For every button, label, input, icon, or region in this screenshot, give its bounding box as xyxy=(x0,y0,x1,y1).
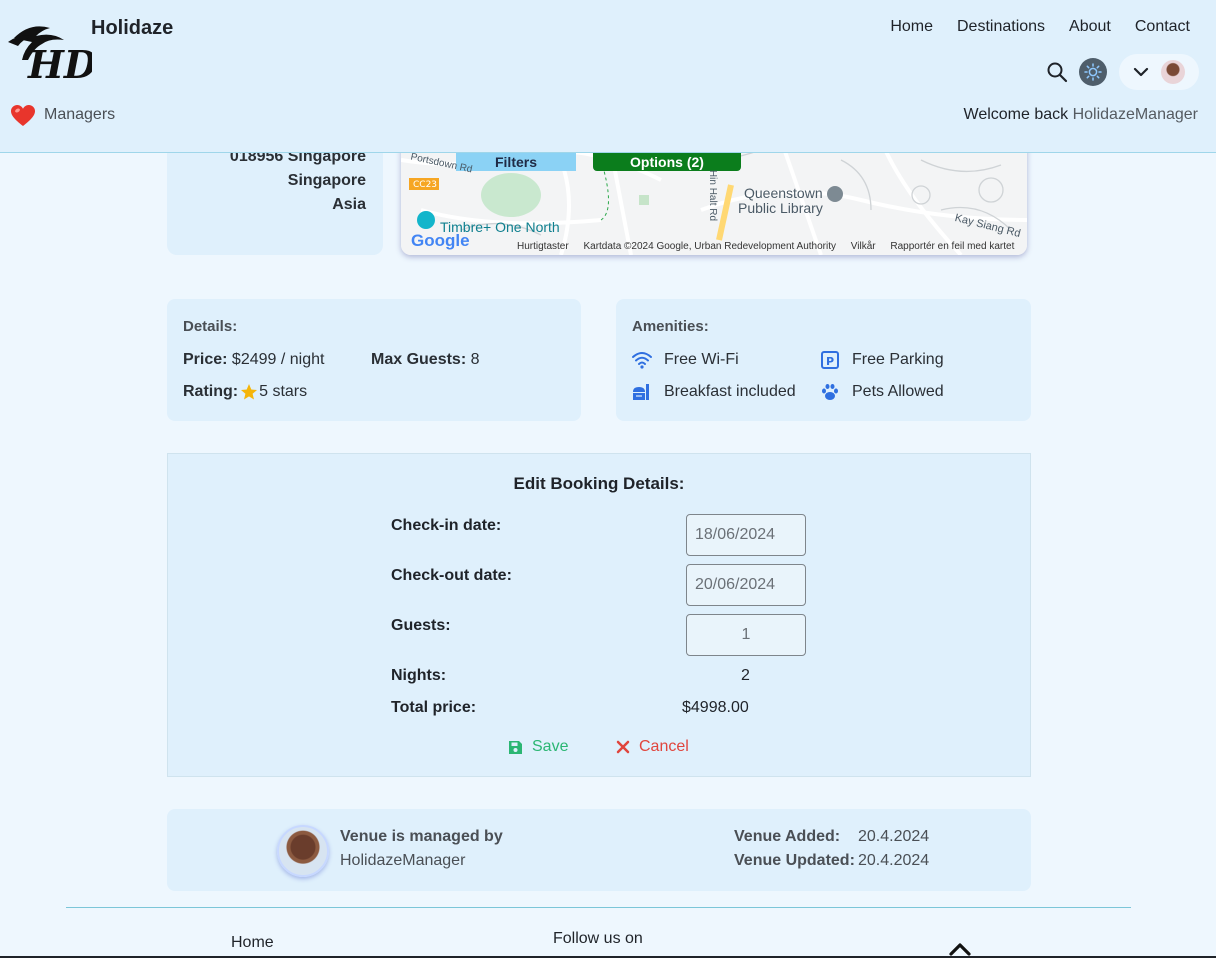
site-header: HD Holidaze Home Destinations About Cont… xyxy=(0,0,1216,153)
amenity-parking: P Free Parking xyxy=(820,350,944,370)
chevron-up-icon[interactable] xyxy=(948,940,972,956)
nights-value: 2 xyxy=(741,667,750,684)
amenity-pets: Pets Allowed xyxy=(820,382,944,402)
manager-avatar[interactable] xyxy=(277,825,329,877)
guests-input[interactable] xyxy=(686,614,806,656)
nav-destinations[interactable]: Destinations xyxy=(957,18,1045,36)
paw-icon xyxy=(822,384,838,400)
venue-added-label: Venue Added: xyxy=(734,828,841,845)
save-label: Save xyxy=(532,738,569,755)
user-menu-button[interactable] xyxy=(1119,54,1199,90)
map-terms-link[interactable]: Vilkår xyxy=(851,241,876,252)
food-pin-icon xyxy=(417,211,435,229)
sun-icon xyxy=(1084,63,1102,81)
max-guests-label: Max Guests: xyxy=(371,351,467,368)
theme-toggle-button[interactable] xyxy=(1079,58,1107,86)
venue-added-value: 20.4.2024 xyxy=(858,828,930,845)
edit-booking-title: Edit Booking Details: xyxy=(513,474,685,493)
footer-divider xyxy=(66,907,1131,908)
footer-follow-label: Follow us on xyxy=(553,930,643,947)
search-icon[interactable] xyxy=(1046,61,1068,83)
nav-contact[interactable]: Contact xyxy=(1135,18,1190,36)
amenity-wifi-label: Free Wi-Fi xyxy=(664,351,739,368)
map-label-library: Public Library xyxy=(738,200,823,216)
map-attribution: Hurtigtaster Kartdata ©2024 Google, Urba… xyxy=(517,241,1026,252)
rating-label: Rating: xyxy=(183,383,239,400)
edit-booking-panel: Edit Booking Details: Check-in date: Che… xyxy=(167,453,1031,777)
nav-home[interactable]: Home xyxy=(890,18,933,36)
rating-row: Rating: 5 stars xyxy=(183,383,307,401)
details-card: Details: Price: $2499 / night Max Guests… xyxy=(167,299,581,421)
map-data-credit: Kartdata ©2024 Google, Urban Redevelopme… xyxy=(583,241,836,252)
cancel-label: Cancel xyxy=(639,738,689,755)
max-guests-row: Max Guests: 8 xyxy=(371,351,480,369)
holidaze-logo[interactable]: HD xyxy=(4,20,92,82)
parking-icon: P xyxy=(821,351,839,369)
details-title: Details: xyxy=(183,318,238,335)
heart-icon xyxy=(11,105,35,126)
welcome-prefix: Welcome back xyxy=(963,106,1069,123)
save-icon xyxy=(509,740,522,754)
rating-value: 5 stars xyxy=(259,383,308,400)
amenity-breakfast-label: Breakfast included xyxy=(664,383,796,400)
amenity-pets-label: Pets Allowed xyxy=(852,383,944,400)
map-filters-button[interactable]: Filters xyxy=(456,153,576,171)
chevron-down-icon xyxy=(1133,67,1149,77)
amenities-card: Amenities: Free Wi-Fi P Free Parking Bre… xyxy=(616,299,1031,421)
cancel-button[interactable]: Cancel xyxy=(616,738,689,756)
nav-about[interactable]: About xyxy=(1069,18,1111,36)
svg-text:CC23: CC23 xyxy=(413,180,437,190)
footer-home-link[interactable]: Home xyxy=(231,934,274,952)
map-label-queenstown: Queenstown xyxy=(744,185,823,201)
welcome-message: Welcome back HolidazeManager xyxy=(964,106,1199,124)
venue-updated-label: Venue Updated: xyxy=(734,852,855,869)
map-shortcuts-link[interactable]: Hurtigtaster xyxy=(517,241,569,252)
managed-by-label: Venue is managed by xyxy=(340,828,503,845)
total-price-label: Total price: xyxy=(391,699,477,716)
total-price-value: $4998.00 xyxy=(682,699,749,716)
amenity-wifi: Free Wi-Fi xyxy=(632,350,739,370)
checkin-date-input[interactable] xyxy=(686,514,806,556)
brand-name[interactable]: Holidaze xyxy=(91,17,173,40)
breakfast-icon xyxy=(633,384,649,400)
close-icon xyxy=(616,740,630,754)
checkout-label: Check-out date: xyxy=(391,567,512,584)
max-guests-value: 8 xyxy=(470,351,480,368)
checkout-date-input[interactable] xyxy=(686,564,806,606)
manager-name[interactable]: HolidazeManager xyxy=(340,852,465,870)
venue-manager-card: Venue is managed by HolidazeManager Venu… xyxy=(167,809,1031,891)
amenity-parking-label: Free Parking xyxy=(852,351,944,368)
map-options-button[interactable]: Options (2) xyxy=(593,153,741,171)
map-park xyxy=(481,173,541,217)
checkin-label: Check-in date: xyxy=(391,517,502,534)
google-logo: Google xyxy=(411,231,470,250)
address-country: Singapore xyxy=(287,172,366,189)
map-report-link[interactable]: Rapportér en feil med kartet xyxy=(890,241,1014,252)
svg-text:HD: HD xyxy=(27,42,92,82)
managers-link[interactable]: Managers xyxy=(44,106,115,124)
amenity-breakfast: Breakfast included xyxy=(632,382,796,402)
welcome-user: HolidazeManager xyxy=(1072,106,1198,123)
user-avatar xyxy=(1161,60,1185,84)
star-icon xyxy=(241,384,258,400)
main-nav: Home Destinations About Contact xyxy=(866,18,1190,36)
price-row: Price: $2499 / night xyxy=(183,351,324,369)
library-pin-icon xyxy=(827,186,843,202)
nights-label: Nights: xyxy=(391,667,447,684)
save-button[interactable]: Save xyxy=(508,738,568,756)
price-value: $2499 / night xyxy=(231,351,325,368)
guests-label: Guests: xyxy=(391,617,451,634)
wifi-icon xyxy=(632,352,652,369)
map-label-road: Hin Halt Rd xyxy=(707,169,719,222)
venue-updated-value: 20.4.2024 xyxy=(858,852,930,869)
address-continent: Asia xyxy=(332,196,366,213)
svg-text:P: P xyxy=(826,355,834,368)
price-label: Price: xyxy=(183,351,228,368)
amenities-title: Amenities: xyxy=(632,318,709,335)
